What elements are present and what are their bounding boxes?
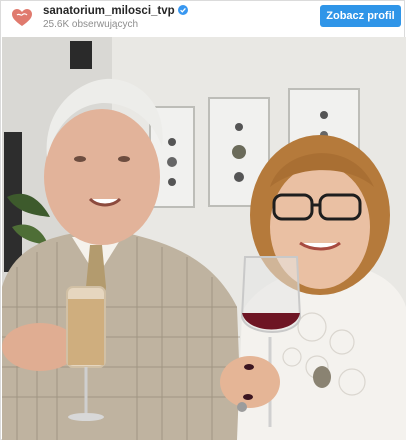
- couple-photo-illustration: [2, 37, 406, 440]
- view-profile-button[interactable]: Zobacz profil: [320, 5, 401, 27]
- heart-logo-icon[interactable]: [11, 7, 33, 29]
- post-photo[interactable]: [2, 37, 406, 440]
- post-header: sanatorium_milosci_tvp 25.6K obserwujący…: [1, 1, 406, 35]
- username-text[interactable]: sanatorium_milosci_tvp: [43, 5, 175, 17]
- instagram-embed-card: sanatorium_milosci_tvp 25.6K obserwujący…: [0, 0, 406, 440]
- verified-badge-icon: [177, 5, 188, 15]
- account-username[interactable]: sanatorium_milosci_tvp: [43, 5, 188, 17]
- followers-count: 25.6K obserwujących: [43, 19, 139, 30]
